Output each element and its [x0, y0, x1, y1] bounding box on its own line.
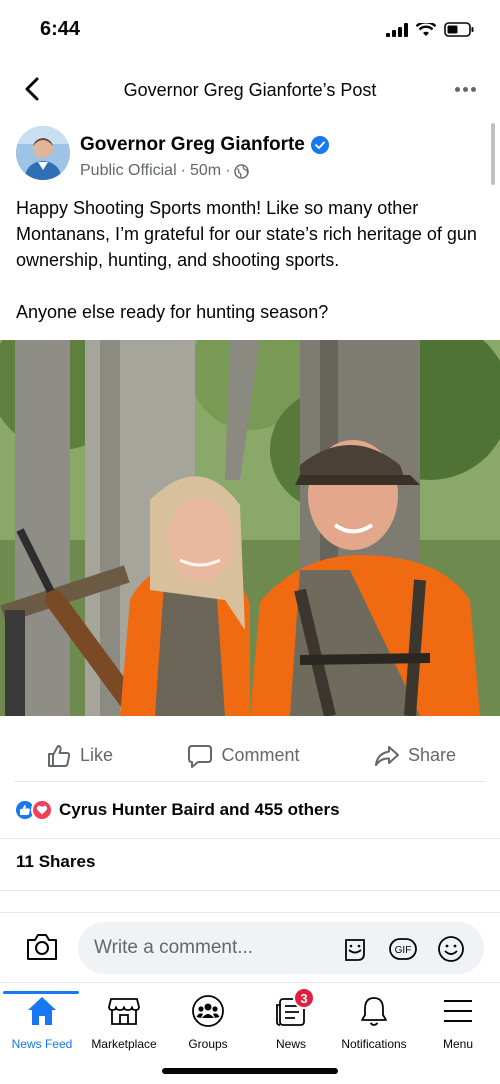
- meta-separator: ·: [225, 162, 231, 179]
- tab-marketplace[interactable]: Marketplace: [82, 993, 166, 1051]
- home-indicator: [162, 1068, 338, 1074]
- post-time[interactable]: 50m: [190, 162, 221, 180]
- dot-icon: [470, 86, 476, 92]
- share-label: Share: [407, 745, 456, 765]
- groups-icon: [190, 993, 226, 1029]
- divider: [0, 838, 500, 839]
- scrollbar[interactable]: [491, 123, 495, 185]
- like-label: Like: [80, 745, 114, 765]
- tab-label: Menu: [442, 1037, 474, 1051]
- comment-placeholder: Write a comment...: [94, 937, 254, 958]
- menu-icon: [440, 993, 476, 1029]
- dot-icon: [462, 86, 468, 92]
- share-icon: [374, 745, 399, 766]
- reactions-text: Cyrus Hunter Baird and 455 others: [59, 800, 340, 819]
- comment-label: Comment: [221, 745, 300, 765]
- marketplace-icon: [106, 993, 142, 1029]
- post-author-header: Governor Greg Gianforte Public Official …: [14, 126, 484, 186]
- globe-icon: [234, 163, 250, 179]
- tab-groups[interactable]: Groups: [166, 993, 250, 1051]
- status-time: 6:44: [40, 18, 81, 40]
- signal-icon: [386, 22, 408, 37]
- more-options-button[interactable]: [450, 74, 480, 104]
- tab-label: Marketplace: [91, 1037, 157, 1051]
- home-icon: [24, 993, 60, 1029]
- camera-icon: [27, 934, 57, 960]
- author-name[interactable]: Governor Greg Gianforte: [80, 134, 329, 156]
- comment-button[interactable]: Comment: [157, 743, 329, 769]
- battery-icon: [444, 22, 474, 37]
- svg-text:GIF: GIF: [395, 945, 412, 956]
- reactions-summary[interactable]: Cyrus Hunter Baird and 455 others: [14, 790, 486, 830]
- notification-badge: 3: [293, 987, 315, 1009]
- dot-icon: [454, 86, 460, 92]
- page-title: Governor Greg Gianforte’s Post: [123, 80, 377, 100]
- post-header-bar: Governor Greg Gianforte’s Post: [0, 62, 500, 118]
- tab-label: Groups: [188, 1037, 228, 1051]
- tab-label: News: [275, 1037, 306, 1051]
- news-icon: 3: [273, 987, 315, 1029]
- gif-icon[interactable]: GIF: [388, 934, 418, 964]
- reaction-icons: [14, 799, 53, 821]
- tab-label: News Feed: [11, 1037, 73, 1051]
- post-actions: Like Comment Share: [14, 730, 486, 782]
- divider: [0, 890, 500, 891]
- tab-label: Notifications: [341, 1037, 407, 1051]
- author-role: Public Official: [80, 162, 177, 179]
- wifi-icon: [416, 22, 436, 36]
- meta-separator: ·: [180, 162, 186, 179]
- avatar[interactable]: [16, 126, 70, 180]
- tab-menu[interactable]: Menu: [416, 993, 500, 1051]
- share-button[interactable]: Share: [344, 743, 486, 769]
- author-name-text: Governor Greg Gianforte: [80, 134, 305, 155]
- comment-bar: Write a comment... GIF: [0, 912, 500, 982]
- shares-count[interactable]: 11 Shares: [16, 852, 95, 872]
- comment-icon: [188, 744, 213, 768]
- post-paragraph: Happy Shooting Sports month! Like so man…: [16, 198, 477, 270]
- post-paragraph: Anyone else ready for hunting season?: [16, 302, 329, 322]
- bottom-tab-bar: News Feed Marketplace Groups 3 News Noti…: [0, 982, 500, 1084]
- avatar-sticker-icon[interactable]: [340, 934, 370, 964]
- tab-news-feed[interactable]: News Feed: [0, 991, 84, 1051]
- camera-button[interactable]: [24, 929, 60, 965]
- emoji-icon[interactable]: [436, 934, 466, 964]
- like-button[interactable]: Like: [14, 743, 143, 769]
- comment-input[interactable]: Write a comment... GIF: [78, 922, 484, 974]
- tab-notifications[interactable]: Notifications: [332, 993, 416, 1051]
- post-photo[interactable]: [0, 340, 500, 716]
- love-reaction-icon: [31, 799, 53, 821]
- tab-news[interactable]: 3 News: [249, 987, 333, 1051]
- bell-icon: [356, 993, 392, 1029]
- status-bar: 6:44: [0, 0, 500, 62]
- status-icons: [386, 22, 474, 37]
- post-text: Happy Shooting Sports month! Like so man…: [16, 195, 490, 351]
- verified-badge-icon: [310, 136, 329, 154]
- thumbs-up-icon: [48, 744, 71, 767]
- post-meta: Public Official · 50m ·: [80, 162, 250, 180]
